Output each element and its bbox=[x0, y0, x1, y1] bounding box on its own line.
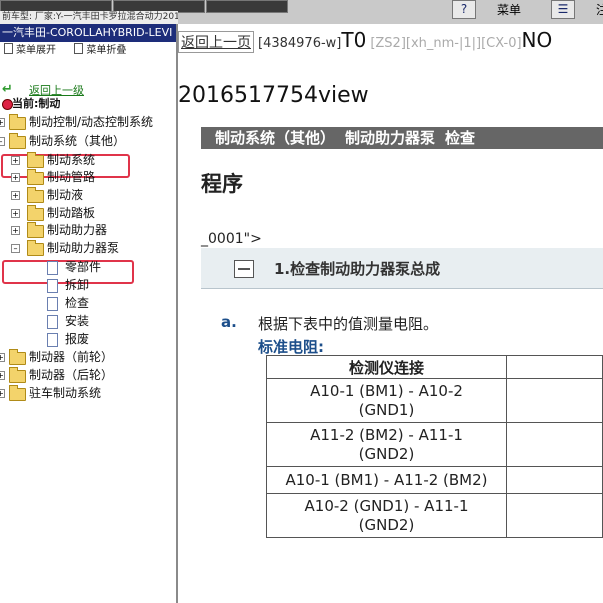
table-header-row: 检测仪连接 bbox=[266, 355, 603, 379]
table-cell: A10-2 (GND1) - A11-1 (GND2) bbox=[266, 493, 507, 538]
expand-toggle-icon[interactable]: + bbox=[0, 389, 5, 398]
substep-marker: a. bbox=[221, 313, 237, 331]
table-cell bbox=[506, 466, 603, 494]
vehicle-model-label: 前车型: 厂家:Y-一汽丰田卡罗拉混合动力2017 bbox=[0, 11, 178, 24]
markup-fragment: _0001"> bbox=[201, 231, 262, 247]
expand-icon bbox=[4, 43, 13, 54]
substep-text: 根据下表中的值测量电阻。 bbox=[258, 315, 439, 333]
expand-toggle-icon[interactable]: + bbox=[0, 118, 5, 127]
help-icon[interactable]: ? bbox=[452, 0, 476, 19]
folder-open-icon bbox=[27, 240, 44, 256]
expand-toggle-icon[interactable]: + bbox=[0, 353, 5, 362]
table-cell bbox=[506, 422, 603, 467]
table-cell: A10-1 (BM1) - A10-2 (GND1) bbox=[266, 378, 507, 423]
collapse-step-icon[interactable] bbox=[234, 260, 254, 278]
document-header: 返回上一页 [4384976-w]T0 [ZS2][xh_nm-|1|][CX-0]… bbox=[178, 28, 603, 53]
breadcrumb-item: 检查 bbox=[445, 129, 476, 147]
breadcrumb-item: 制动系统（其他） bbox=[215, 129, 336, 147]
table-cell bbox=[506, 493, 603, 538]
collapse-all-button[interactable]: 菜单折叠 bbox=[86, 45, 126, 56]
document-ref: [4384976-w] bbox=[258, 36, 342, 51]
document-icon bbox=[47, 261, 58, 275]
view-id: 2016517754view bbox=[178, 83, 369, 108]
expand-all-button[interactable]: 菜单展开 bbox=[16, 45, 56, 56]
expand-toggle-icon[interactable]: + bbox=[11, 226, 20, 235]
step-header: 1.检查制动助力器泵总成 bbox=[201, 248, 603, 289]
menu-button[interactable]: 菜单 bbox=[497, 1, 521, 18]
sidebar-actions: 菜单展开 菜单折叠 bbox=[0, 42, 176, 60]
table-cell: A10-1 (BM1) - A11-2 (BM2) bbox=[266, 466, 507, 494]
folder-icon bbox=[9, 367, 26, 383]
expand-toggle-icon[interactable]: + bbox=[11, 156, 20, 165]
expand-toggle-icon[interactable]: + bbox=[11, 191, 20, 200]
folder-icon bbox=[27, 187, 44, 203]
table-row: A10-1 (BM1) - A11-2 (BM2) bbox=[266, 466, 603, 494]
content-pane: 返回上一页 [4384976-w]T0 [ZS2][xh_nm-|1|][CX-0]… bbox=[178, 24, 603, 603]
no-label: NO bbox=[521, 28, 553, 52]
navigation-sidebar: 一汽丰田-COROLLAHYBRID-LEVI 菜单展开 菜单折叠 ↵ 返回上一… bbox=[0, 24, 178, 603]
folder-open-icon bbox=[9, 133, 26, 149]
document-icon bbox=[47, 315, 58, 329]
toolbar-button-3[interactable] bbox=[206, 0, 288, 13]
document-icon bbox=[47, 279, 58, 293]
folder-icon bbox=[9, 349, 26, 365]
table-row: A11-2 (BM2) - A11-1 (GND2) bbox=[266, 422, 603, 467]
top-toolbar: 前车型: 厂家:Y-一汽丰田卡罗拉混合动力2017 ? 菜单 ☰ 注 bbox=[0, 0, 603, 24]
folder-icon bbox=[9, 114, 26, 130]
folder-icon bbox=[27, 169, 44, 185]
folder-icon bbox=[27, 205, 44, 221]
table-header-cell: 检测仪连接 bbox=[266, 355, 507, 379]
document-icon bbox=[47, 333, 58, 347]
page-title: 程序 bbox=[201, 172, 243, 196]
folder-icon bbox=[27, 222, 44, 238]
document-icon bbox=[47, 297, 58, 311]
standard-resistance-label: 标准电阻: bbox=[258, 338, 324, 356]
menu-icon[interactable]: ☰ bbox=[551, 0, 575, 19]
back-page-button[interactable]: 返回上一页 bbox=[178, 31, 254, 53]
t0-label: T0 bbox=[341, 28, 367, 52]
table-row: A10-2 (GND1) - A11-1 (GND2) bbox=[266, 493, 603, 538]
collapse-icon bbox=[74, 43, 84, 54]
table-cell: A11-2 (BM2) - A11-1 (GND2) bbox=[266, 422, 507, 467]
folder-icon bbox=[9, 385, 26, 401]
table-row: A10-1 (BM1) - A10-2 (GND1) bbox=[266, 378, 603, 423]
table-cell bbox=[506, 378, 603, 423]
expand-toggle-icon[interactable]: + bbox=[0, 371, 5, 380]
expand-toggle-icon[interactable]: + bbox=[11, 173, 20, 182]
collapse-toggle-icon[interactable]: – bbox=[11, 244, 20, 253]
breadcrumb-item: 制动助力器泵 bbox=[345, 129, 436, 147]
table-header-cell bbox=[506, 355, 603, 379]
folder-icon bbox=[27, 152, 44, 168]
sidebar-title: 一汽丰田-COROLLAHYBRID-LEVI bbox=[0, 24, 176, 42]
breadcrumb: 制动系统（其他） 制动助力器泵 检查 bbox=[201, 127, 603, 149]
collapse-toggle-icon[interactable]: – bbox=[0, 137, 5, 146]
expand-toggle-icon[interactable]: + bbox=[11, 209, 20, 218]
toolbar-cut-label[interactable]: 注 bbox=[596, 1, 603, 18]
resistance-table: 检测仪连接 A10-1 (BM1) - A10-2 (GND1) A11-2 (… bbox=[266, 355, 603, 538]
grey-reference: [ZS2][xh_nm-|1|][CX-0] bbox=[370, 36, 522, 51]
step-title: 1.检查制动助力器泵总成 bbox=[274, 260, 441, 278]
